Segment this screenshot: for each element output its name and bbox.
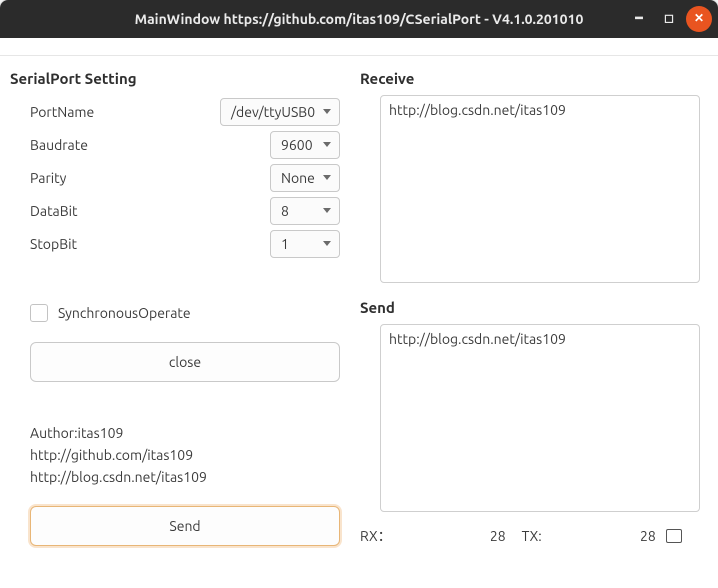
chevron-down-icon (323, 241, 331, 246)
titlebar: MainWindow https://github.com/itas109/CS… (0, 0, 718, 38)
status-icon (666, 529, 682, 543)
chevron-down-icon (323, 175, 331, 180)
receive-textarea[interactable] (380, 95, 700, 283)
databit-row: DataBit 8 (30, 194, 340, 227)
chevron-down-icon (323, 109, 331, 114)
maximize-button[interactable]: ◻ (656, 6, 682, 32)
send-textarea[interactable] (380, 324, 700, 512)
portname-value: /dev/ttyUSB0 (231, 104, 315, 120)
status-bar: RX： 28 TX: 28 (360, 526, 700, 546)
window-controls: ━ ◻ ✕ (626, 0, 712, 38)
minimize-icon: ━ (635, 13, 642, 25)
send-button[interactable]: Send (30, 506, 340, 546)
databit-select[interactable]: 8 (270, 197, 340, 225)
settings-title: SerialPort Setting (10, 70, 340, 87)
stopbit-row: StopBit 1 (30, 227, 340, 260)
author-line3: http://blog.csdn.net/itas109 (30, 466, 340, 488)
content: SerialPort Setting PortName /dev/ttyUSB0… (0, 56, 718, 588)
sync-checkbox[interactable] (30, 304, 48, 322)
menubar (0, 38, 718, 56)
settings-form: PortName /dev/ttyUSB0 Baudrate 9600 Pari… (10, 95, 340, 260)
send-button-label: Send (169, 518, 200, 534)
maximize-icon: ◻ (664, 13, 674, 25)
chevron-down-icon (323, 142, 331, 147)
baudrate-select[interactable]: 9600 (270, 131, 340, 159)
stopbit-select[interactable]: 1 (270, 230, 340, 258)
tx-label: TX: (522, 528, 542, 544)
portname-label: PortName (30, 104, 94, 120)
portname-select[interactable]: /dev/ttyUSB0 (220, 98, 340, 126)
stopbit-label: StopBit (30, 236, 77, 252)
parity-select[interactable]: None (270, 164, 340, 192)
rx-label: RX： (360, 526, 392, 546)
rx-value: 28 (396, 528, 506, 544)
left-panel: SerialPort Setting PortName /dev/ttyUSB0… (10, 70, 340, 570)
portname-row: PortName /dev/ttyUSB0 (30, 95, 340, 128)
author-block: Author:itas109 http://github.com/itas109… (30, 422, 340, 488)
baudrate-value: 9600 (281, 137, 313, 153)
author-line2: http://github.com/itas109 (30, 444, 340, 466)
window-title: MainWindow https://github.com/itas109/CS… (135, 11, 584, 27)
minimize-button[interactable]: ━ (626, 6, 652, 32)
parity-label: Parity (30, 170, 66, 186)
stopbit-value: 1 (281, 236, 289, 252)
databit-label: DataBit (30, 203, 78, 219)
baudrate-label: Baudrate (30, 137, 88, 153)
sync-label: SynchronousOperate (58, 305, 191, 321)
close-button[interactable]: close (30, 342, 340, 382)
baudrate-row: Baudrate 9600 (30, 128, 340, 161)
parity-row: Parity None (30, 161, 340, 194)
databit-value: 8 (281, 203, 289, 219)
close-button-label: close (169, 354, 201, 370)
receive-title: Receive (360, 70, 700, 87)
close-window-button[interactable]: ✕ (686, 6, 712, 32)
main-window: MainWindow https://github.com/itas109/CS… (0, 0, 718, 588)
sync-row: SynchronousOperate (10, 302, 340, 324)
author-line1: Author:itas109 (30, 422, 340, 444)
tx-value: 28 (546, 528, 656, 544)
parity-value: None (281, 170, 315, 186)
chevron-down-icon (323, 208, 331, 213)
right-panel: Receive Send RX： 28 TX: 28 (360, 70, 700, 570)
send-title: Send (360, 299, 700, 316)
close-icon: ✕ (694, 13, 704, 25)
